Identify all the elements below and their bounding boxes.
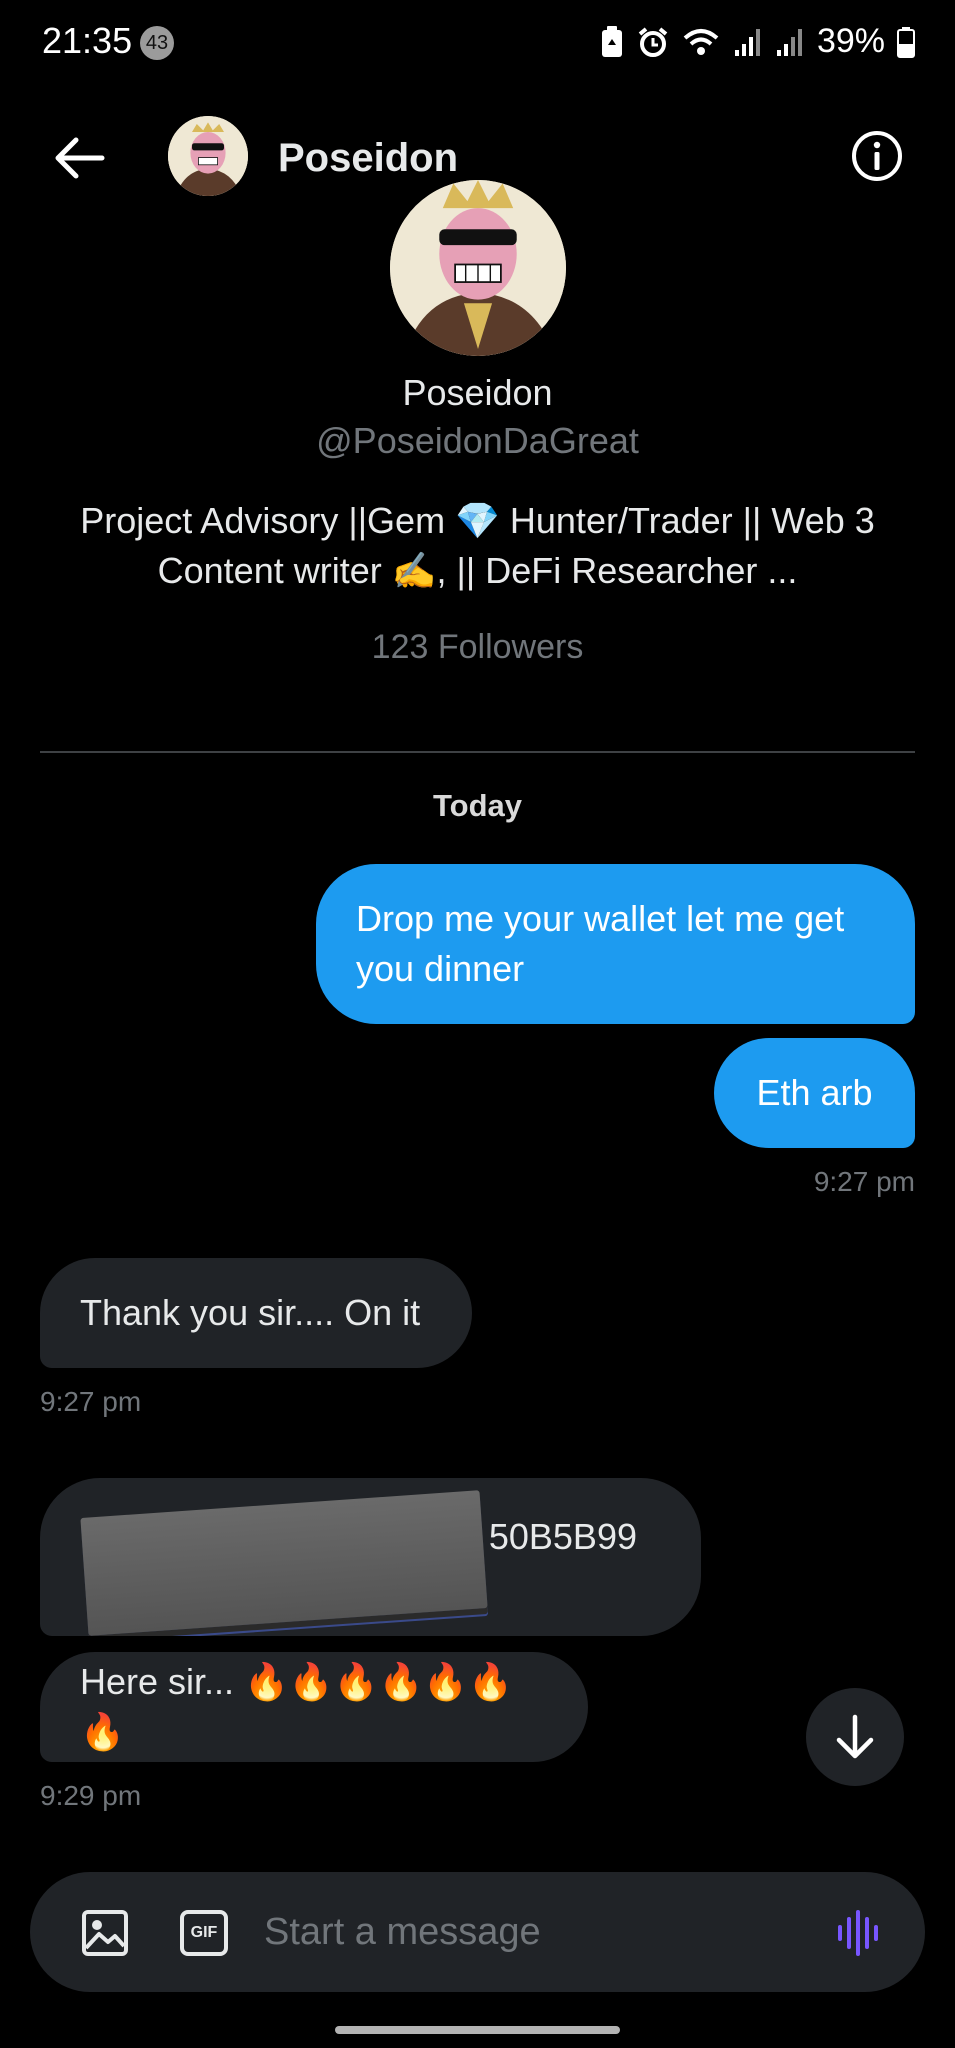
date-separator: Today <box>433 788 522 823</box>
header-avatar[interactable] <box>168 116 248 196</box>
battery-saver-icon <box>601 25 622 57</box>
message-bubble-wallet[interactable]: 50B5B99 <box>40 1478 701 1636</box>
avatar-image <box>390 180 566 356</box>
status-icons: 39% <box>599 22 915 61</box>
signal-icon-2 <box>776 28 802 56</box>
profile-followers[interactable]: 123 Followers <box>0 628 955 667</box>
message-bubble-sent[interactable]: Eth arb <box>714 1038 915 1148</box>
gif-button[interactable]: GIF <box>180 1910 228 1956</box>
home-indicator[interactable] <box>335 2026 620 2034</box>
signal-icon-1 <box>734 28 760 56</box>
message-input[interactable] <box>264 1902 804 1962</box>
voice-message-icon[interactable] <box>835 1908 885 1958</box>
wifi-icon <box>683 28 719 55</box>
status-time: 21:35 <box>42 20 133 61</box>
message-timestamp: 9:29 pm <box>40 1780 142 1811</box>
profile-avatar[interactable] <box>390 180 566 356</box>
battery-icon <box>897 26 915 58</box>
profile-handle[interactable]: @PoseidonDaGreat <box>0 420 955 462</box>
message-bubble-sent[interactable]: Drop me your wallet let me get you dinne… <box>316 864 915 1024</box>
avatar-image <box>168 116 248 196</box>
alarm-icon <box>638 26 668 57</box>
info-icon[interactable] <box>849 128 905 184</box>
arrow-down-icon <box>836 1714 874 1759</box>
back-arrow-icon[interactable] <box>50 130 110 186</box>
status-bar: 21:35 43 39% <box>0 0 955 84</box>
message-bubble-received[interactable]: Thank you sir.... On it <box>40 1258 472 1368</box>
notification-count-badge: 43 <box>140 26 174 60</box>
scroll-to-bottom-button[interactable] <box>806 1688 904 1786</box>
battery-percentage: 39% <box>816 22 885 60</box>
message-timestamp: 9:27 pm <box>40 1386 142 1417</box>
image-icon[interactable] <box>80 1908 130 1958</box>
header-name: Poseidon <box>278 136 459 180</box>
profile-bio: Project Advisory ||Gem 💎 Hunter/Trader |… <box>80 500 875 591</box>
divider <box>40 751 915 753</box>
message-timestamp: 9:27 pm <box>813 1166 915 1197</box>
message-bubble-received[interactable]: Here sir... 🔥🔥🔥🔥🔥🔥🔥 <box>40 1652 588 1762</box>
profile-name: Poseidon <box>402 372 553 413</box>
message-composer: GIF <box>30 1872 925 1992</box>
